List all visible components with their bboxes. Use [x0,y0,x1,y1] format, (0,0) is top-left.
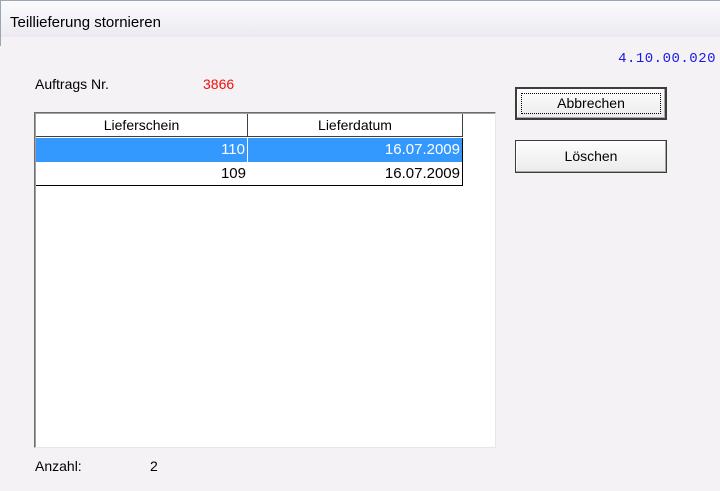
delete-button-label: Löschen [564,148,618,164]
order-number-value: 3866 [203,76,235,92]
window-title: Teillieferung stornieren [10,14,161,31]
version-label: 4.10.00.020 [618,51,716,67]
order-number-label: Auftrags Nr. [35,76,109,92]
cell-lieferschein: 109 [220,165,246,182]
delivery-note-list[interactable]: Lieferschein Lieferdatum 110 16.07.2009 … [34,112,496,448]
count-value: 2 [150,458,158,474]
table-row-selected[interactable]: 110 16.07.2009 [36,138,463,162]
title-bar: Teillieferung stornieren [0,0,720,46]
column-header-lieferschein[interactable]: Lieferschein [36,114,248,137]
table-row[interactable]: 109 16.07.2009 [36,162,463,186]
list-header: Lieferschein Lieferdatum [36,114,463,137]
count-label: Anzahl: [35,458,82,474]
cell-lieferschein: 110 [36,138,248,162]
delete-button[interactable]: Löschen [515,140,667,173]
cell-lieferdatum: 16.07.2009 [248,138,463,162]
cancel-button[interactable]: Abbrechen [515,87,667,120]
cell-lieferdatum: 16.07.2009 [248,162,463,185]
focus-rectangle [521,93,661,114]
column-header-lieferdatum[interactable]: Lieferdatum [248,114,463,137]
